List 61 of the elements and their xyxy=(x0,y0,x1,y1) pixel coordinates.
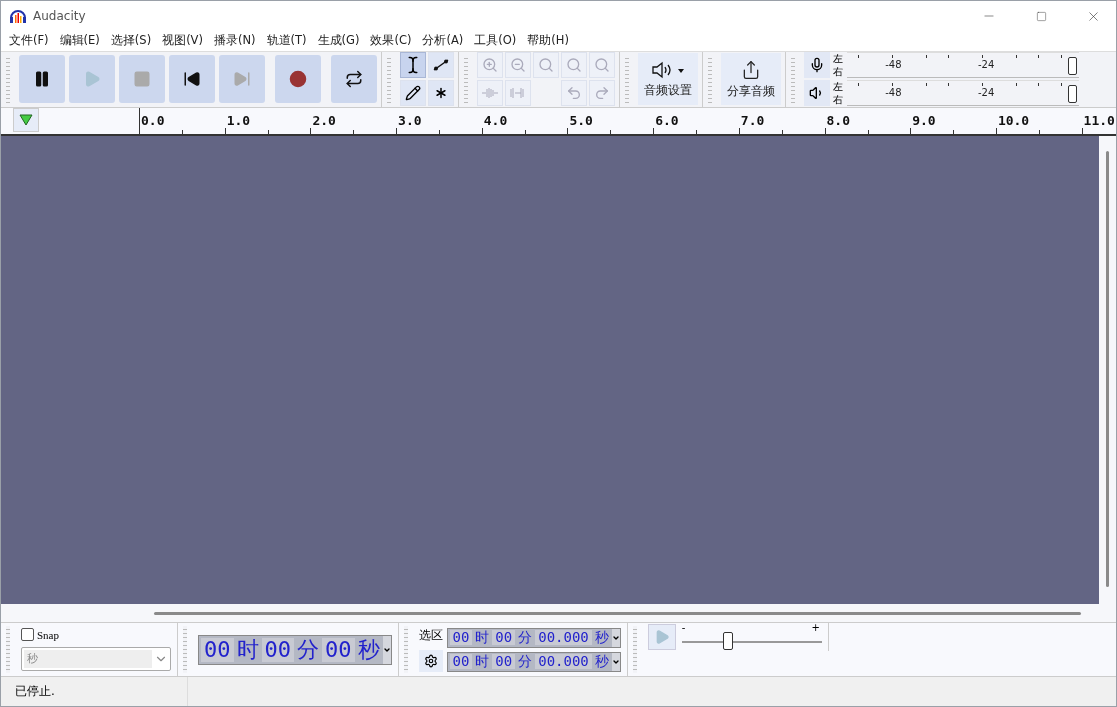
ruler-label: 9.0 xyxy=(912,112,936,128)
time-unit: 时 xyxy=(474,629,491,646)
ruler-label: 7.0 xyxy=(740,112,765,128)
ruler-label: 2.0 xyxy=(312,112,336,128)
time-unit: 时 xyxy=(474,653,491,670)
time-display[interactable]: 00 时 00 分 00 秒 xyxy=(198,634,392,665)
channel-label: 左 xyxy=(833,52,844,66)
time-digits: 00 xyxy=(201,637,234,662)
menu-item[interactable]: 工具(O) xyxy=(470,33,521,49)
menu-item[interactable]: 生成(G) xyxy=(313,33,364,49)
channel-label: 右 xyxy=(833,93,844,107)
time-unit: 分 xyxy=(517,653,534,670)
time-unit: 分 xyxy=(517,629,534,646)
time-unit: 秒 xyxy=(356,637,381,662)
selection-start-time[interactable]: 00 时 00 分 00.000 秒 xyxy=(446,627,621,648)
time-digits: 00 xyxy=(261,637,294,662)
time-digits: 00 xyxy=(322,637,355,662)
ruler-label: 0.0 xyxy=(141,112,165,128)
meter-scale-label: -48 xyxy=(885,59,902,71)
time-unit: 秒 xyxy=(593,629,610,646)
time-digits: 00 xyxy=(449,653,473,670)
ruler-label: 11.0 xyxy=(1083,112,1115,128)
menu-item[interactable]: 编辑(E) xyxy=(55,33,104,49)
menu-item[interactable]: 轨道(T) xyxy=(262,33,311,49)
share-audio-button[interactable]: 分享音频 xyxy=(721,53,781,106)
time-digits: 00.000 xyxy=(535,629,592,646)
time-digits: 00 xyxy=(492,653,516,670)
ruler-label: 4.0 xyxy=(483,112,508,128)
window-title: Audacity xyxy=(33,9,87,23)
selection-label: 选区 xyxy=(418,627,443,645)
speed-slider[interactable]: - + xyxy=(681,624,822,651)
time-digits: 00.000 xyxy=(535,653,592,670)
menu-item[interactable]: 效果(C) xyxy=(366,33,416,49)
slider-max-label: + xyxy=(811,622,820,634)
time-unit: 时 xyxy=(235,637,260,662)
time-unit: 分 xyxy=(296,637,320,662)
menu-item[interactable]: 帮助(H) xyxy=(523,33,573,49)
snap-label: Snap xyxy=(37,628,59,641)
ruler-label: 5.0 xyxy=(569,112,593,128)
channel-label: 右 xyxy=(833,65,844,79)
menu-item[interactable]: 视图(V) xyxy=(158,33,207,49)
ruler-label: 10.0 xyxy=(997,112,1030,128)
status-text: 已停止. xyxy=(1,677,188,706)
menu-item[interactable]: 文件(F) xyxy=(5,33,53,49)
menu-item[interactable]: 播录(N) xyxy=(209,33,260,49)
time-digits: 00 xyxy=(492,629,516,646)
menu-item[interactable]: 分析(A) xyxy=(418,33,468,49)
time-unit: 秒 xyxy=(593,653,610,670)
menu-item[interactable]: 选择(S) xyxy=(106,33,156,49)
meter-scale-label: -24 xyxy=(978,87,995,99)
ruler-label: 1.0 xyxy=(226,112,251,128)
ruler-label: 6.0 xyxy=(655,112,679,128)
audio-setup-button[interactable]: 音频设置 xyxy=(638,53,698,106)
ruler-label: 3.0 xyxy=(398,112,422,128)
selection-end-time[interactable]: 00 时 00 分 00.000 秒 xyxy=(446,651,621,672)
channel-label: 左 xyxy=(833,80,844,94)
slider-min-label: - xyxy=(681,622,686,634)
meter-scale-label: -48 xyxy=(885,87,902,99)
time-digits: 00 xyxy=(449,629,473,646)
meter-scale-label: -24 xyxy=(978,59,995,71)
ruler-label: 8.0 xyxy=(826,112,850,128)
